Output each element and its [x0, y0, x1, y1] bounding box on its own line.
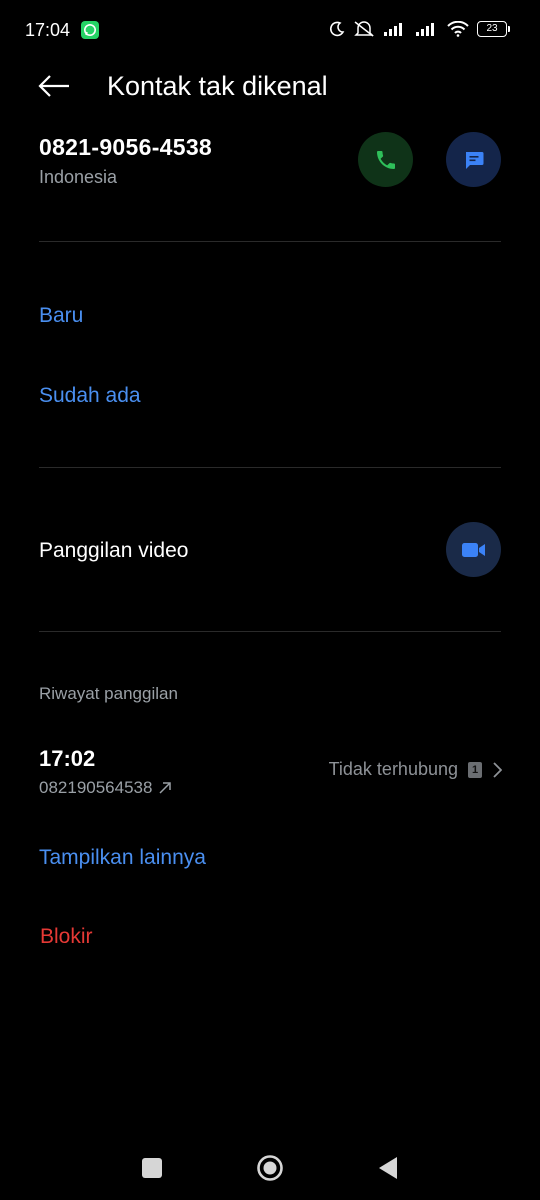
- contact-number: 0821-9056-4538: [39, 134, 213, 160]
- show-more-button[interactable]: Tampilkan lainnya: [39, 846, 206, 870]
- phone-icon: [376, 150, 395, 169]
- call-button[interactable]: [358, 132, 413, 187]
- battery-level: 23: [477, 21, 507, 37]
- status-time: 17:04: [25, 20, 71, 40]
- outgoing-call-icon: [159, 782, 172, 794]
- arrow-left-icon: [38, 75, 69, 97]
- home-button[interactable]: [256, 1154, 284, 1182]
- contact-country: Indonesia: [39, 167, 118, 187]
- call-number: 082190564538: [39, 778, 153, 797]
- message-button[interactable]: [446, 132, 501, 187]
- video-call-label[interactable]: Panggilan video: [39, 539, 188, 563]
- call-status: Tidak terhubung: [328, 759, 458, 779]
- call-status-row[interactable]: Tidak terhubung 1: [329, 759, 502, 780]
- signal-icon: [416, 23, 434, 36]
- moon-icon: [330, 21, 345, 37]
- wifi-icon: [447, 21, 469, 37]
- video-call-button[interactable]: [446, 522, 501, 577]
- page-title: Kontak tak dikenal: [107, 71, 328, 101]
- back-button[interactable]: [36, 70, 72, 102]
- signal-icon: [384, 23, 402, 36]
- status-icons: 23: [329, 20, 510, 38]
- divider: [39, 241, 501, 242]
- whatsapp-icon: [81, 21, 99, 39]
- mute-icon: [354, 21, 374, 37]
- divider: [39, 467, 501, 468]
- sim-badge: 1: [468, 761, 482, 778]
- call-number-row: 082190564538: [39, 778, 172, 798]
- add-to-existing-button[interactable]: Sudah ada: [39, 384, 141, 408]
- battery-icon: 23: [477, 21, 510, 37]
- call-history-title: Riwayat panggilan: [39, 684, 178, 703]
- message-icon: [465, 151, 483, 169]
- call-time[interactable]: 17:02: [39, 746, 95, 772]
- divider: [39, 631, 501, 632]
- recent-apps-button[interactable]: [142, 1158, 162, 1178]
- video-camera-icon: [461, 542, 485, 557]
- nav-back-button[interactable]: [377, 1155, 399, 1181]
- new-contact-button[interactable]: Baru: [39, 304, 83, 328]
- block-button[interactable]: Blokir: [40, 925, 93, 949]
- chevron-right-icon: [493, 761, 502, 778]
